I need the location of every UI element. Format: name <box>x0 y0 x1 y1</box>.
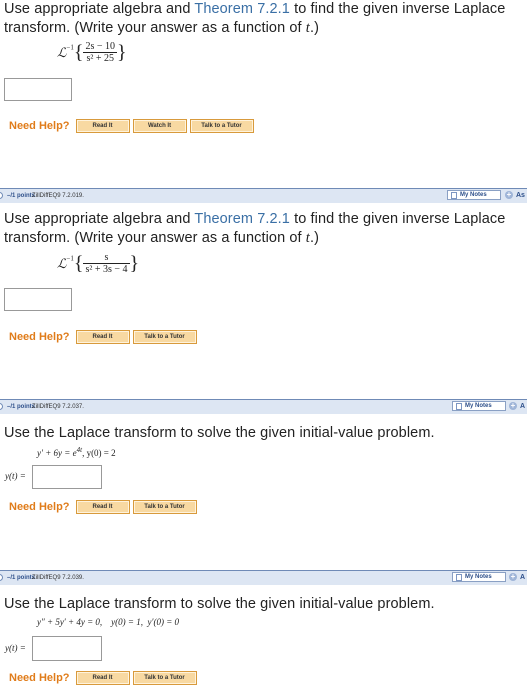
q3-equation: y′ + 6y = e4t, y(0) = 2 <box>37 446 116 458</box>
bullet-icon <box>0 403 3 410</box>
read-it-button[interactable]: Read It <box>75 119 130 133</box>
q1-denominator: s² + 25 <box>86 53 114 64</box>
q4-ident: ZillDiffEQ9 7.2.039. <box>32 575 84 581</box>
bullet-icon <box>0 192 3 199</box>
q3-eq-part-b: , y(0) = 2 <box>82 448 116 458</box>
need-help-label: Need Help? <box>9 501 70 513</box>
notes-page-icon <box>456 403 462 410</box>
q1-text-end: .) <box>309 20 319 36</box>
q4-help-row: Need Help? Read It Talk to a Tutor <box>9 670 200 686</box>
q2-ident: ZillDiffEQ9 7.2.019. <box>32 193 84 199</box>
plus-icon[interactable]: + <box>509 402 517 410</box>
q2-text-end: .) <box>309 230 319 246</box>
q2-denominator: s² + 3s − 4 <box>85 264 128 275</box>
q2-points: –/1 points <box>7 193 36 199</box>
q3-help-row: Need Help? Read It Talk to a Tutor <box>9 499 200 515</box>
q1-prompt: Use appropriate algebra and Theorem 7.2.… <box>4 0 524 38</box>
q3-prompt: Use the Laplace transform to solve the g… <box>4 425 435 441</box>
my-notes-button[interactable]: My Notes <box>447 190 501 200</box>
q1-help-row: Need Help? Read It Watch It Talk to a Tu… <box>9 118 257 134</box>
ask-link[interactable]: A <box>520 403 525 410</box>
right-brace-icon: } <box>129 252 140 275</box>
laplace-inverse-sup: −1 <box>66 254 74 263</box>
need-help-label: Need Help? <box>9 120 70 132</box>
read-it-button[interactable]: Read It <box>75 500 130 514</box>
plus-icon[interactable]: + <box>505 191 513 199</box>
q2-numerator: s <box>83 252 130 264</box>
ask-link[interactable]: As <box>516 192 525 199</box>
bullet-icon <box>0 574 3 581</box>
talk-to-tutor-button[interactable]: Talk to a Tutor <box>132 330 197 344</box>
talk-to-tutor-button[interactable]: Talk to a Tutor <box>132 500 197 514</box>
q2-fraction: s s² + 3s − 4 <box>83 252 130 276</box>
right-brace-icon: } <box>116 41 127 64</box>
need-help-label: Need Help? <box>9 331 70 343</box>
q2-theorem-link[interactable]: Theorem 7.2.1 <box>194 211 290 227</box>
notes-page-icon <box>456 574 462 581</box>
read-it-button[interactable]: Read It <box>75 330 130 344</box>
q1-theorem-link[interactable]: Theorem 7.2.1 <box>194 1 290 17</box>
q2-formula: ℒ−1{s s² + 3s − 4} <box>57 252 139 276</box>
q2-prompt: Use appropriate algebra and Theorem 7.2.… <box>4 210 526 248</box>
laplace-symbol: ℒ <box>57 45 67 60</box>
q3-eq-part-a: y′ + 6y = e <box>37 448 77 458</box>
q3-ident: ZillDiffEQ9 7.2.037. <box>32 404 84 410</box>
q2-answer-input[interactable] <box>4 288 72 311</box>
notes-page-icon <box>451 192 457 199</box>
q2-help-row: Need Help? Read It Talk to a Tutor <box>9 329 200 345</box>
q2-text-pre: Use appropriate algebra and <box>4 211 195 227</box>
my-notes-button[interactable]: My Notes <box>452 572 506 582</box>
left-brace-icon: { <box>73 41 84 64</box>
q3-answer-input[interactable] <box>32 465 102 489</box>
ask-link[interactable]: A <box>520 574 525 581</box>
my-notes-button[interactable]: My Notes <box>452 401 506 411</box>
need-help-label: Need Help? <box>9 672 70 684</box>
q4-header-bar: –/1 points ZillDiffEQ9 7.2.039. My Notes… <box>0 570 527 585</box>
q4-answer-label: y(t) = <box>5 643 26 653</box>
q1-fraction: 2s − 10 s² + 25 <box>83 41 117 65</box>
my-notes-label: My Notes <box>465 403 492 409</box>
q1-numerator: 2s − 10 <box>83 41 117 53</box>
talk-to-tutor-button[interactable]: Talk to a Tutor <box>132 671 197 685</box>
q4-answer-input[interactable] <box>32 636 102 661</box>
read-it-button[interactable]: Read It <box>75 671 130 685</box>
q1-text-pre: Use appropriate algebra and <box>4 1 195 17</box>
q1-answer-input[interactable] <box>4 78 72 101</box>
q3-points: –/1 points <box>7 404 36 410</box>
watch-it-button[interactable]: Watch It <box>132 119 187 133</box>
laplace-symbol: ℒ <box>57 256 67 271</box>
q4-equation: y″ + 5y′ + 4y = 0, y(0) = 1, y′(0) = 0 <box>37 617 180 627</box>
q1-formula: ℒ−1{2s − 10 s² + 25} <box>57 41 127 65</box>
laplace-inverse-sup: −1 <box>66 43 74 52</box>
left-brace-icon: { <box>73 252 84 275</box>
plus-icon[interactable]: + <box>509 573 517 581</box>
q2-header-bar: –/1 points ZillDiffEQ9 7.2.019. My Notes… <box>0 188 527 203</box>
my-notes-label: My Notes <box>460 192 487 198</box>
q3-answer-label: y(t) = <box>5 471 26 481</box>
my-notes-label: My Notes <box>465 574 492 580</box>
q3-header-bar: –/1 points ZillDiffEQ9 7.2.037. My Notes… <box>0 399 527 414</box>
talk-to-tutor-button[interactable]: Talk to a Tutor <box>189 119 254 133</box>
q4-points: –/1 points <box>7 575 36 581</box>
q4-prompt: Use the Laplace transform to solve the g… <box>4 596 435 612</box>
